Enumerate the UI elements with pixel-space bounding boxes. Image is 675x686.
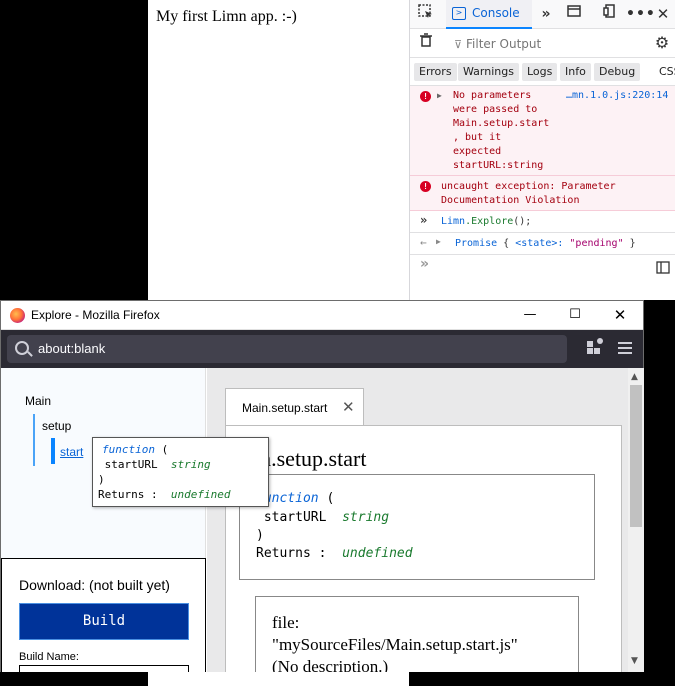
build-name-label: Build Name: [19, 651, 79, 663]
close-icon[interactable]: ✕ [653, 4, 673, 24]
gear-icon[interactable]: ⚙ [652, 33, 672, 53]
build-name-input[interactable] [19, 665, 189, 672]
close-icon[interactable]: ✕ [609, 305, 631, 325]
prompt-chevrons-icon: » [420, 213, 428, 227]
level-logs[interactable]: Logs [522, 63, 558, 81]
tree-guide-line [33, 414, 35, 466]
tab-console[interactable]: > Console [446, 0, 532, 29]
devtools-panel: > Console » ••• ✕ ⊽ ⚙ Errors Warnings Lo… [409, 0, 675, 300]
sig-param: startURL [256, 510, 327, 525]
expand-triangle-icon[interactable]: ▶ [436, 237, 441, 246]
prompt-chevrons-icon: » [420, 256, 430, 272]
tree-item-setup[interactable]: setup [42, 419, 71, 433]
level-warnings[interactable]: Warnings [458, 63, 519, 81]
level-info[interactable]: Info [560, 63, 591, 81]
tab-main-setup-start[interactable]: Main.setup.start ✕ [225, 388, 364, 426]
console-error-message[interactable]: ! uncaught exception: Parameter Document… [410, 176, 675, 211]
responsive-icon[interactable] [564, 4, 584, 24]
menu-icon[interactable] [618, 341, 632, 355]
level-debug[interactable]: Debug [594, 63, 641, 81]
file-path: "mySourceFiles/Main.setup.start.js" [272, 635, 518, 654]
minimize-icon[interactable]: — [519, 305, 541, 325]
more-icon[interactable]: ••• [626, 4, 655, 24]
file-description: (No description.) [272, 657, 389, 672]
signature-tooltip: function ( startURL string ) Returns : u… [92, 437, 269, 507]
inspector-icon[interactable] [416, 4, 436, 24]
devtools-toolbar: > Console » ••• ✕ [410, 0, 675, 29]
console-result[interactable]: ← ▶ Promise { <state>: "pending" } [410, 233, 675, 255]
tab-close-icon[interactable]: ✕ [342, 398, 355, 416]
scroll-down-icon[interactable]: ▼ [631, 656, 638, 666]
result-arrow-icon: ← [420, 236, 427, 249]
tree-item-start[interactable]: start [60, 445, 83, 459]
console-messages: ! ▶ No parameters were passed to Main.se… [410, 86, 675, 255]
window-titlebar[interactable]: Explore - Mozilla Firefox — ☐ ✕ [1, 301, 643, 330]
error-icon: ! [420, 91, 431, 102]
error-message-text: uncaught exception: Parameter Documentat… [441, 181, 616, 206]
tree-selection-marker [51, 438, 55, 464]
result-type: Promise [455, 238, 498, 249]
source-link[interactable]: …mn.1.0.js:220:14 [566, 90, 668, 101]
trash-icon[interactable] [416, 33, 436, 53]
error-message-text: No parameters were passed to Main.setup.… [453, 90, 550, 171]
page-content: Main setup start Download: (not built ye… [1, 368, 628, 672]
scrollbar[interactable]: ▲ ▼ [628, 368, 644, 672]
file-box: file: "mySourceFiles/Main.setup.start.js… [255, 596, 579, 672]
search-icon [15, 341, 29, 355]
scroll-thumb[interactable] [630, 385, 642, 527]
download-panel: Download: (not built yet) Build Build Na… [1, 558, 206, 672]
doc-pane: Main.setup.start ✕ in.setup.start functi… [207, 368, 628, 672]
tooltip-close: ) [98, 473, 105, 486]
sig-return-type: undefined [342, 546, 413, 561]
tooltip-param: startURL [98, 458, 158, 471]
tooltip-param-type: string [170, 458, 211, 471]
dock-icon[interactable] [600, 4, 620, 24]
sig-returns-label: Returns : [256, 546, 327, 561]
signature-box: function ( startURL string ) Returns : u… [239, 474, 595, 580]
extensions-icon[interactable] [587, 338, 603, 355]
build-button[interactable]: Build [19, 603, 189, 640]
sig-param-type: string [342, 510, 390, 525]
filter-input[interactable] [450, 34, 640, 54]
doc-title: in.setup.start [254, 446, 367, 471]
level-errors[interactable]: Errors [414, 63, 457, 81]
tab-console-label: Console [472, 6, 520, 20]
tooltip-keyword: function [102, 443, 155, 456]
window-title: Explore - Mozilla Firefox [31, 308, 160, 322]
tooltip-return-type: undefined [170, 488, 231, 501]
url-text: about:blank [38, 341, 106, 356]
doc-card: in.setup.start function ( startURL strin… [225, 425, 622, 672]
console-icon: > [452, 7, 466, 20]
tooltip-returns-label: Returns : [98, 488, 158, 501]
tab-label: Main.setup.start [242, 401, 328, 415]
url-field[interactable]: about:blank [7, 335, 567, 363]
firefox-logo-icon [10, 308, 25, 323]
console-input-echo: » Limn.Explore(); [410, 211, 675, 233]
tree-pane: Main setup start Download: (not built ye… [1, 368, 206, 672]
result-state-value: "pending" [563, 238, 624, 249]
sig-close: ) [256, 528, 264, 543]
scroll-up-icon[interactable]: ▲ [631, 372, 638, 382]
tree-item-main[interactable]: Main [25, 394, 51, 408]
console-error-message[interactable]: ! ▶ No parameters were passed to Main.se… [410, 86, 675, 176]
file-label: file: [272, 613, 300, 632]
result-state-key: <state>: [515, 238, 564, 249]
expand-triangle-icon[interactable]: ▶ [437, 91, 442, 100]
app-text: My first Limn app. :-) [156, 8, 297, 25]
sidebar-icon[interactable] [656, 259, 670, 278]
console-input-area[interactable]: » [410, 254, 675, 278]
download-status: Download: (not built yet) [19, 577, 170, 593]
level-css[interactable]: CSS [654, 63, 675, 81]
input-method: .Explore [465, 216, 514, 227]
maximize-icon[interactable]: ☐ [564, 305, 586, 325]
url-bar: about:blank [1, 330, 643, 368]
overflow-chevrons-icon[interactable]: » [536, 4, 556, 24]
error-icon: ! [420, 181, 431, 192]
filter-bar: ⊽ ⚙ [410, 29, 675, 58]
input-object: Limn [441, 216, 466, 227]
input-call: (); [513, 216, 532, 227]
log-level-filters: Errors Warnings Logs Info Debug CSS [410, 58, 675, 86]
